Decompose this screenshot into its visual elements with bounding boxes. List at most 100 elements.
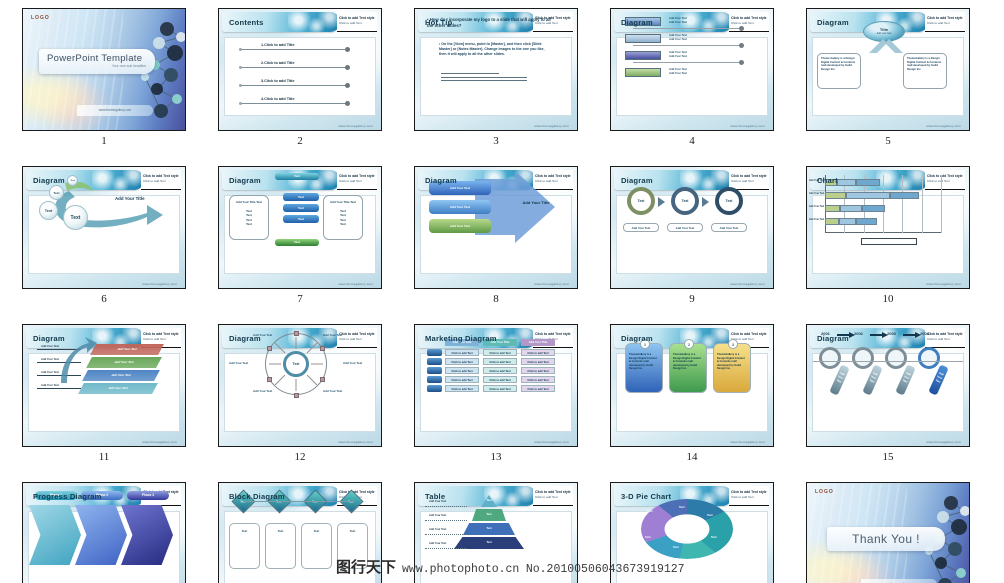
info-card[interactable]: 2 ThemeGallery is a Design Digital Conte… — [669, 339, 707, 393]
cover-title: PowerPoint Template — [47, 53, 143, 64]
ring-node[interactable]: Text — [627, 187, 655, 215]
slide-body: Title Add your text Theme Gallery is a D… — [807, 9, 969, 130]
timeline-magnifier[interactable] — [885, 347, 907, 369]
slide-thumbnail-4[interactable]: Diagram Click to add Text style Click to… — [610, 8, 774, 131]
contents-item[interactable]: 3.Click to add Title — [261, 79, 294, 83]
table-row-icon — [427, 376, 442, 383]
info-card[interactable]: 3 ThemeGallery is a Design Digital Conte… — [713, 339, 751, 393]
stack-item[interactable]: Text — [283, 215, 319, 223]
timeline-magnifier[interactable] — [819, 347, 841, 369]
ring-node[interactable]: Text — [671, 187, 699, 215]
stack-item[interactable]: Text — [283, 204, 319, 212]
slide-thumbnail-12[interactable]: Diagram Click to add Text style Click to… — [218, 324, 382, 447]
ring-label[interactable]: Add Your Text — [623, 223, 659, 232]
pyramid-axis-label: Add Your Text — [429, 528, 447, 531]
chart-bar-segment — [889, 192, 919, 199]
slide-thumbnail-8[interactable]: Diagram Click to add Text style Click to… — [414, 166, 578, 289]
table-row-icon — [427, 358, 442, 365]
table-cell[interactable]: Click to add Text — [445, 349, 479, 356]
right-panel[interactable]: Add Your Title Text Text Text Text Text — [323, 195, 363, 240]
pyramid-level[interactable]: Text — [463, 523, 515, 535]
table-cell[interactable]: Click to add Text — [445, 385, 479, 392]
contents-bullet-left — [239, 47, 243, 51]
phase-chevron[interactable] — [75, 505, 127, 565]
table-cell[interactable]: Click to add Text — [445, 358, 479, 365]
slide-thumbnail-1[interactable]: LOGO PowerPoint Template Your own sub he… — [22, 8, 186, 131]
spiral-arrow-label: Add Your Title — [115, 196, 145, 201]
right-box[interactable]: ThemeGallery is a Design Digital Content… — [903, 53, 947, 89]
chart-legend — [861, 238, 917, 245]
left-panel[interactable]: Add Your Title Text Text Text Text Text — [229, 195, 269, 240]
timeline-handle-label[interactable]: Add Your Text — [862, 364, 883, 396]
block-box[interactable]: Text — [229, 523, 260, 569]
block-box[interactable]: Text — [265, 523, 296, 569]
timeline-handle-label[interactable]: Add Your Text — [895, 364, 916, 396]
slide-thumbnail-15[interactable]: Diagram Click to add Text style Click to… — [806, 324, 970, 447]
contents-bullet-right — [345, 64, 351, 70]
table-cell[interactable]: Click to add Text — [483, 358, 517, 365]
table-cell[interactable]: Click to add Text — [521, 376, 555, 383]
contents-item[interactable]: 2.Click to add Title — [261, 61, 294, 65]
phase-chevron[interactable] — [121, 505, 173, 565]
spiral-bubble[interactable]: Text — [63, 205, 88, 230]
slide-thumbnail-20[interactable]: LOGO Thank You ! www.themegallery.com — [806, 482, 970, 583]
timeline-handle-label[interactable]: Add Your Text — [928, 364, 949, 396]
table-cell[interactable]: Click to add Text — [521, 385, 555, 392]
list-chip[interactable] — [625, 34, 661, 43]
contents-item[interactable]: 1.Click to add Title — [261, 43, 294, 47]
pyramid-level[interactable]: Text — [472, 509, 506, 521]
timeline-handle-label[interactable]: Add Your Text — [829, 364, 850, 396]
slide-cell: Marketing Diagram Click to add Text styl… — [402, 320, 598, 478]
slide-body: Text Text Text Text Add Your Title — [23, 167, 185, 288]
spiral-bubble[interactable]: Text — [39, 201, 58, 220]
slide-thumbnail-5[interactable]: Diagram Click to add Text style Click to… — [806, 8, 970, 131]
radial-label: Add Your Text — [229, 361, 249, 365]
slide-number: 15 — [882, 451, 894, 463]
slide-thumbnail-3[interactable]: Hot Tip Click to add Text style Click to… — [414, 8, 578, 131]
table-cell[interactable]: Click to add Text — [483, 385, 517, 392]
slide-number: 3 — [493, 135, 499, 147]
slide-thumbnail-6[interactable]: Diagram Click to add Text style Click to… — [22, 166, 186, 289]
table-cell[interactable]: Click to add Text — [521, 358, 555, 365]
watermark: 图行天下 www.photophoto.cn No.201005060436739… — [336, 556, 685, 577]
contents-item[interactable]: 4.Click to add Title — [261, 97, 294, 101]
table-cell[interactable]: Click to add Text — [483, 376, 517, 383]
ring-label[interactable]: Add Your Text — [667, 223, 703, 232]
table-cell[interactable]: Click to add Text — [445, 376, 479, 383]
ring-node[interactable]: Text — [715, 187, 743, 215]
table-cell[interactable]: Click to add Text — [483, 349, 517, 356]
slide-thumbnail-14[interactable]: Diagram Click to add Text style Click to… — [610, 324, 774, 447]
arrow-input-bar[interactable]: Add Your Text — [429, 219, 491, 233]
left-box[interactable]: Theme Gallery is a Design Digital Conten… — [817, 53, 861, 89]
table-cell[interactable]: Click to add Text — [521, 367, 555, 374]
info-card[interactable]: 1 ThemeGallery is a Design Digital Conte… — [625, 339, 663, 393]
timeline-magnifier[interactable] — [918, 347, 940, 369]
table-cell[interactable]: Click to add Text — [445, 367, 479, 374]
slide-thumbnail-2[interactable]: Contents Click to add Text style Click t… — [218, 8, 382, 131]
slide-thumbnail-9[interactable]: Diagram Click to add Text style Click to… — [610, 166, 774, 289]
list-chip[interactable] — [625, 68, 661, 77]
slide-thumbnail-7[interactable]: Diagram Click to add Text style Click to… — [218, 166, 382, 289]
list-chip[interactable] — [625, 51, 661, 60]
bottom-cap[interactable]: Text — [275, 239, 319, 246]
stack-item[interactable]: Text — [283, 193, 319, 201]
chart-bar-segment — [825, 192, 847, 199]
slide-thumbnail-13[interactable]: Marketing Diagram Click to add Text styl… — [414, 324, 578, 447]
slide-thumbnail-11[interactable]: Diagram Click to add Text style Click to… — [22, 324, 186, 447]
slide-thumbnail-16[interactable]: Progress Diagram Click to add Text style… — [22, 482, 186, 583]
phase-chevron[interactable] — [29, 505, 81, 565]
spiral-bubble[interactable]: Text — [49, 185, 64, 200]
contents-bullet-left — [239, 101, 243, 105]
table-cell[interactable]: Click to add Text — [483, 367, 517, 374]
pyramid-axis-label: Add Your Text — [429, 514, 447, 517]
slide-body: 1 ThemeGallery is a Design Digital Conte… — [611, 325, 773, 446]
ring-label[interactable]: Add Your Text — [711, 223, 747, 232]
slide-number: 11 — [98, 451, 110, 463]
slide-thumbnail-10[interactable]: Chart Click to add Text style Click to a… — [806, 166, 970, 289]
donut-slice-label: Text — [645, 535, 651, 539]
arrow-input-bar[interactable]: Add Your Text — [429, 200, 491, 214]
layer-plate[interactable]: Add Your Text — [90, 344, 164, 355]
block-box[interactable]: Text — [301, 523, 332, 569]
timeline-magnifier[interactable] — [852, 347, 874, 369]
table-cell[interactable]: Click to add Text — [521, 349, 555, 356]
